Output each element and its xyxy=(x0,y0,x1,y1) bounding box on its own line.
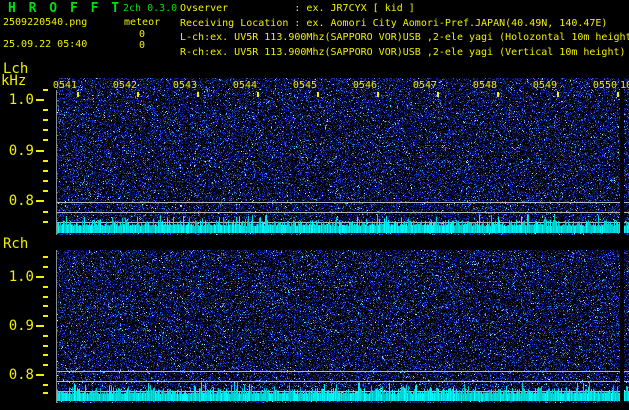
freq-minor-tick xyxy=(43,256,48,258)
freq-major-tick xyxy=(36,200,44,202)
observer-info-line: Ovserver : ex. JR7CYX [ kid ] xyxy=(180,3,415,15)
time-label: 0545 xyxy=(292,80,317,91)
time-label: 0543 xyxy=(172,80,197,91)
freq-minor-tick xyxy=(43,190,48,192)
time-tick xyxy=(137,92,139,97)
freq-minor-tick xyxy=(43,170,48,172)
lch-spectrogram xyxy=(57,78,629,235)
freq-unit-label: kHz xyxy=(1,74,26,88)
time-tick xyxy=(557,92,559,97)
freq-tick-label: 1.0 xyxy=(0,92,34,108)
freq-minor-tick xyxy=(43,296,48,298)
time-label: 0541 xyxy=(52,80,77,91)
echo-count-short: 0 xyxy=(110,40,145,52)
freq-tick-label: 0.8 xyxy=(0,367,34,383)
freq-tick-label: 1.0 xyxy=(0,269,34,285)
time-label: 0550 xyxy=(592,80,617,91)
freq-minor-tick xyxy=(43,305,48,307)
time-tick xyxy=(77,92,79,97)
freq-minor-tick xyxy=(43,160,48,162)
freq-minor-tick xyxy=(43,384,48,386)
freq-minor-tick xyxy=(43,364,48,366)
time-label: 0549 xyxy=(532,80,557,91)
freq-major-tick xyxy=(36,150,44,152)
freq-major-tick xyxy=(36,325,44,327)
freq-major-tick xyxy=(36,99,44,101)
freq-tick-label: 0.9 xyxy=(0,318,34,334)
freq-minor-tick xyxy=(43,286,48,288)
time-label-partial: 10 xyxy=(620,80,629,91)
time-label: 0544 xyxy=(232,80,257,91)
hrofft-window: H R O F F T 2ch 0.3.0 2509220540.png met… xyxy=(0,0,629,410)
freq-minor-tick xyxy=(43,180,48,182)
time-tick xyxy=(617,92,619,97)
time-tick xyxy=(377,92,379,97)
mode-label: meteor xyxy=(124,17,160,29)
time-label: 0547 xyxy=(412,80,437,91)
freq-minor-tick xyxy=(43,345,48,347)
freq-minor-tick xyxy=(43,129,48,131)
datetime-label: 25.09.22 05:40 xyxy=(3,39,87,51)
time-tick xyxy=(497,92,499,97)
time-label: 0546 xyxy=(352,80,377,91)
time-label: 0548 xyxy=(472,80,497,91)
freq-minor-tick xyxy=(43,221,48,223)
output-filename: 2509220540.png xyxy=(3,17,87,29)
freq-minor-tick xyxy=(43,266,48,268)
freq-major-tick xyxy=(36,276,44,278)
location-info-line: Receiving Location : ex. Aomori City Aom… xyxy=(180,18,607,30)
lch-freq-axis-line xyxy=(56,90,57,235)
freq-minor-tick xyxy=(43,392,48,394)
time-tick xyxy=(257,92,259,97)
app-title: H R O F F T xyxy=(8,2,122,16)
time-tick xyxy=(317,92,319,97)
time-tick xyxy=(197,92,199,97)
rch-spectrogram xyxy=(57,250,629,403)
time-label: 0542 xyxy=(112,80,137,91)
freq-minor-tick xyxy=(43,315,48,317)
freq-major-tick xyxy=(36,374,44,376)
freq-minor-tick xyxy=(43,211,48,213)
freq-minor-tick xyxy=(43,89,48,91)
rch-channel-label: Rch xyxy=(3,237,28,251)
freq-minor-tick xyxy=(43,139,48,141)
lch-receiver-info-line: L-ch:ex. UV5R 113.900Mhz(SAPPORO VOR)USB… xyxy=(180,32,629,44)
freq-minor-tick xyxy=(43,335,48,337)
time-tick xyxy=(437,92,439,97)
freq-minor-tick xyxy=(43,119,48,121)
freq-minor-tick xyxy=(43,109,48,111)
rch-freq-axis-line xyxy=(56,250,57,403)
freq-minor-tick xyxy=(43,354,48,356)
rch-receiver-info-line: R-ch:ex. UV5R 113.900Mhz(SAPPORO VOR)USB… xyxy=(180,47,626,59)
freq-tick-label: 0.8 xyxy=(0,193,34,209)
freq-tick-label: 0.9 xyxy=(0,143,34,159)
app-version: 2ch 0.3.0 xyxy=(123,3,177,15)
